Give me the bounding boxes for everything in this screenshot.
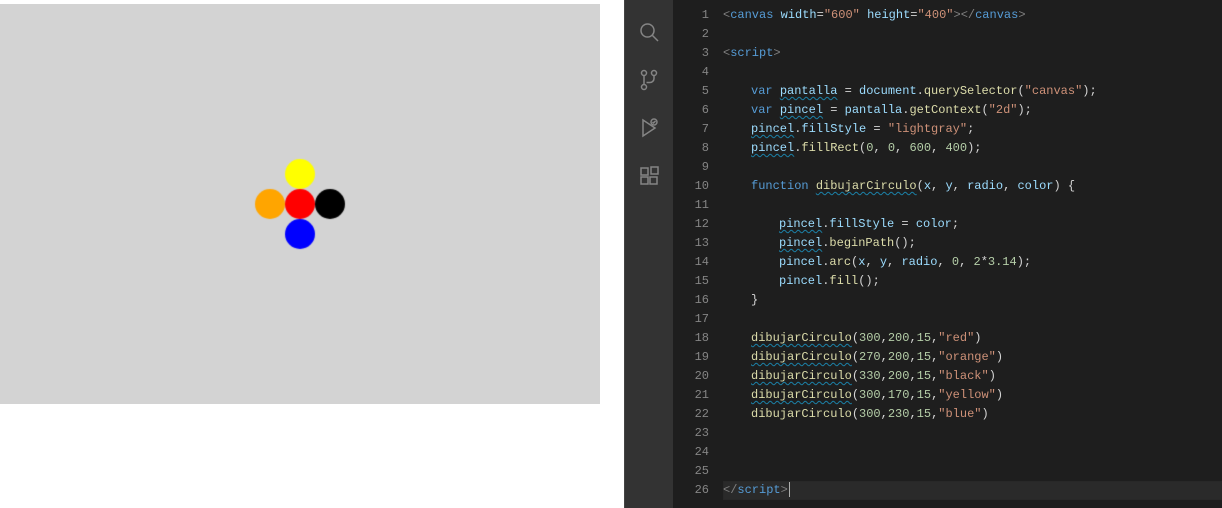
line-number: 5 [673, 82, 709, 101]
preview-pane [0, 0, 624, 508]
code-line[interactable] [723, 462, 1222, 481]
line-number: 22 [673, 405, 709, 424]
code-line[interactable]: dibujarCirculo(330,200,15,"black") [723, 367, 1222, 386]
code-line[interactable] [723, 25, 1222, 44]
line-number: 13 [673, 234, 709, 253]
code-line[interactable]: pincel.fillRect(0, 0, 600, 400); [723, 139, 1222, 158]
line-number: 8 [673, 139, 709, 158]
code-line[interactable] [723, 196, 1222, 215]
line-number: 16 [673, 291, 709, 310]
code-line[interactable]: dibujarCirculo(300,170,15,"yellow") [723, 386, 1222, 405]
line-number: 18 [673, 329, 709, 348]
code-line[interactable]: var pincel = pantalla.getContext("2d"); [723, 101, 1222, 120]
code-line[interactable] [723, 443, 1222, 462]
extensions-icon[interactable] [625, 152, 673, 200]
code-line[interactable]: <canvas width="600" height="400"></canva… [723, 6, 1222, 25]
line-number: 14 [673, 253, 709, 272]
canvas-wrapper [0, 0, 600, 404]
line-number-gutter: 1234567891011121314151617181920212223242… [673, 0, 723, 508]
line-number: 11 [673, 196, 709, 215]
line-number: 4 [673, 63, 709, 82]
code-line[interactable]: var pantalla = document.querySelector("c… [723, 82, 1222, 101]
search-icon[interactable] [625, 8, 673, 56]
code-line[interactable]: pincel.beginPath(); [723, 234, 1222, 253]
code-line[interactable] [723, 158, 1222, 177]
line-number: 7 [673, 120, 709, 139]
code-line[interactable]: dibujarCirculo(270,200,15,"orange") [723, 348, 1222, 367]
code-line[interactable]: </script> [723, 481, 1222, 500]
code-line[interactable]: dibujarCirculo(300,230,15,"blue") [723, 405, 1222, 424]
code-line[interactable] [723, 310, 1222, 329]
line-number: 26 [673, 481, 709, 500]
code-line[interactable]: pincel.fillStyle = color; [723, 215, 1222, 234]
code-line[interactable]: pincel.fillStyle = "lightgray"; [723, 120, 1222, 139]
line-number: 6 [673, 101, 709, 120]
text-cursor [789, 482, 790, 497]
code-line[interactable]: function dibujarCirculo(x, y, radio, col… [723, 177, 1222, 196]
line-number: 23 [673, 424, 709, 443]
activity-bar [625, 0, 673, 508]
code-content[interactable]: <canvas width="600" height="400"></canva… [723, 0, 1222, 508]
line-number: 19 [673, 348, 709, 367]
code-area[interactable]: 1234567891011121314151617181920212223242… [673, 0, 1222, 508]
run-debug-icon[interactable] [625, 104, 673, 152]
line-number: 3 [673, 44, 709, 63]
line-number: 1 [673, 6, 709, 25]
line-number: 24 [673, 443, 709, 462]
line-number: 25 [673, 462, 709, 481]
editor-container: 1234567891011121314151617181920212223242… [624, 0, 1222, 508]
line-number: 2 [673, 25, 709, 44]
line-number: 10 [673, 177, 709, 196]
line-number: 17 [673, 310, 709, 329]
code-line[interactable] [723, 424, 1222, 443]
preview-canvas [0, 4, 600, 404]
code-line[interactable]: <script> [723, 44, 1222, 63]
line-number: 9 [673, 158, 709, 177]
code-line[interactable]: pincel.arc(x, y, radio, 0, 2*3.14); [723, 253, 1222, 272]
code-line[interactable]: pincel.fill(); [723, 272, 1222, 291]
line-number: 21 [673, 386, 709, 405]
line-number: 12 [673, 215, 709, 234]
line-number: 20 [673, 367, 709, 386]
code-line[interactable]: dibujarCirculo(300,200,15,"red") [723, 329, 1222, 348]
code-line[interactable]: } [723, 291, 1222, 310]
code-line[interactable] [723, 63, 1222, 82]
line-number: 15 [673, 272, 709, 291]
source-control-icon[interactable] [625, 56, 673, 104]
